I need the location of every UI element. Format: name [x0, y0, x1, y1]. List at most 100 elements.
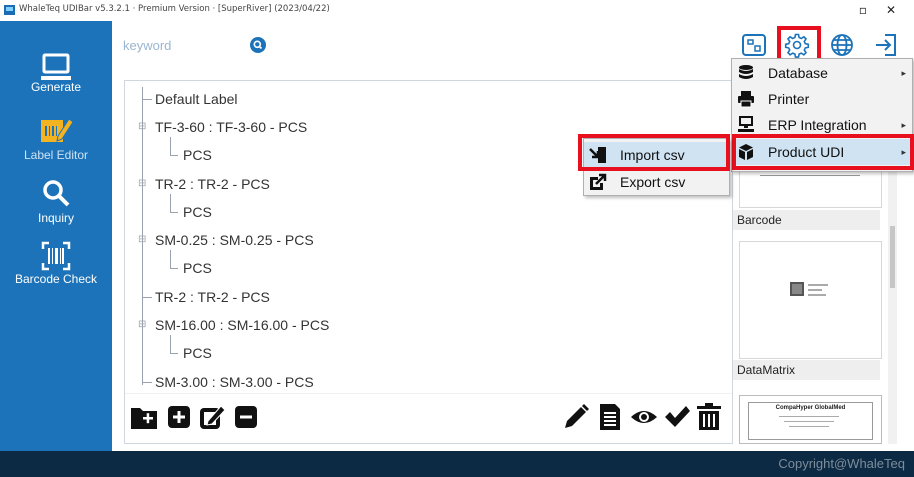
pencil-button[interactable]: [561, 402, 591, 432]
monitor-icon: [41, 53, 71, 80]
footer: Copyright@WhaleTeq: [0, 451, 914, 477]
tree-leaf[interactable]: PCS: [183, 200, 212, 224]
remove-item-button[interactable]: [231, 402, 261, 432]
confirm-button[interactable]: [662, 402, 692, 432]
tree-leaf[interactable]: PCS: [183, 256, 212, 280]
scan-frame-icon: [742, 34, 766, 56]
udi-template-card[interactable]: CompaHyper GlobalMed: [739, 395, 882, 444]
edit-item-icon: [200, 405, 226, 429]
scan-frame-button[interactable]: [741, 32, 767, 58]
search-box: [118, 32, 268, 58]
pencil-icon: [565, 404, 589, 428]
collapse-toggle[interactable]: ⊟: [138, 319, 146, 330]
collapse-toggle[interactable]: ⊟: [138, 121, 146, 132]
add-folder-button[interactable]: [129, 402, 159, 432]
tree-line: [170, 335, 171, 353]
menu-item-database[interactable]: Database ▸: [732, 60, 912, 86]
submenu-arrow-icon: ▸: [901, 68, 906, 78]
sidebar-item-label: Inquiry: [37, 211, 75, 225]
template-label-datamatrix: DataMatrix: [733, 360, 880, 380]
preview-text-line: [784, 421, 834, 422]
edit-item-button[interactable]: [197, 402, 227, 432]
tree-node[interactable]: TR-2 : TR-2 - PCS: [155, 172, 270, 196]
tree-line: [170, 155, 178, 156]
database-icon: [739, 65, 753, 79]
eye-icon: [631, 411, 657, 423]
tree-line: [170, 353, 178, 354]
preview-text-line: [808, 294, 826, 296]
tree-line: [142, 382, 152, 383]
logout-icon: [876, 34, 896, 56]
add-item-icon: [168, 406, 190, 428]
add-item-button[interactable]: [164, 402, 194, 432]
network-icon: [738, 116, 754, 132]
document-list-button[interactable]: [595, 402, 625, 432]
search-input[interactable]: [118, 32, 268, 58]
magnifier-icon: [43, 180, 70, 207]
preview-text-line: [779, 416, 839, 417]
barcode-scan-icon: [41, 241, 71, 271]
tree-node[interactable]: TR-2 : TR-2 - PCS: [155, 285, 270, 309]
title-bar: WhaleTeq UDIBar v5.3.2.1 · Premium Versi…: [0, 0, 914, 21]
add-folder-icon: [131, 408, 157, 429]
sidebar-item-generate[interactable]: Generate: [0, 49, 112, 109]
menu-item-export-csv[interactable]: Export csv: [584, 169, 729, 195]
tree-line: [170, 194, 171, 212]
menu-item-label: Printer: [768, 91, 810, 107]
app-logo-icon: [4, 5, 15, 15]
tree-leaf[interactable]: PCS: [183, 341, 212, 365]
tree-leaf[interactable]: PCS: [183, 143, 212, 167]
minimize-button[interactable]: ▫: [852, 2, 874, 18]
tree-node[interactable]: SM-16.00 : SM-16.00 - PCS: [155, 313, 329, 337]
menu-item-printer[interactable]: Printer: [732, 86, 912, 112]
close-button[interactable]: ✕: [880, 2, 902, 18]
import-csv-highlight: [578, 134, 730, 171]
preview-text-line: [789, 426, 829, 427]
delete-button[interactable]: [694, 402, 724, 432]
tree-node[interactable]: SM-3.00 : SM-3.00 - PCS: [155, 370, 314, 394]
checkmark-icon: [665, 406, 690, 427]
tree-line: [170, 137, 171, 155]
preview-text-line: [808, 284, 828, 286]
sidebar-item-barcode-check[interactable]: Barcode Check: [0, 236, 112, 296]
collapse-toggle[interactable]: ⊟: [138, 178, 146, 189]
product-udi-highlight: [732, 134, 914, 170]
globe-icon: [831, 34, 853, 56]
datamatrix-template-card[interactable]: [739, 241, 882, 359]
printer-icon: [738, 91, 754, 108]
search-button[interactable]: [250, 37, 266, 53]
tree-line: [142, 99, 152, 100]
tree-line: [170, 212, 178, 213]
sidebar-item-label: Generate: [30, 80, 82, 94]
tree-node[interactable]: TF-3-60 : TF-3-60 - PCS: [155, 115, 307, 139]
tree-node-default-label[interactable]: Default Label: [155, 87, 238, 111]
tree-toolbar: [125, 394, 732, 442]
tree-line: [142, 297, 152, 298]
sidebar-item-label: Barcode Check: [14, 272, 98, 286]
menu-item-label: Export csv: [620, 174, 686, 190]
preview-text-line: [808, 289, 822, 291]
sidebar-item-label: Label Editor: [23, 148, 89, 162]
window-title: WhaleTeq UDIBar v5.3.2.1 · Premium Versi…: [19, 4, 330, 14]
document-list-icon: [600, 404, 620, 430]
barcode-preview-line: [760, 175, 860, 176]
search-icon: [253, 40, 263, 50]
copyright-text: Copyright@WhaleTeq: [778, 456, 905, 471]
datamatrix-thumbnail-icon: [790, 282, 804, 296]
language-button[interactable]: [829, 32, 855, 58]
remove-item-icon: [235, 406, 257, 428]
tree-node[interactable]: SM-0.25 : SM-0.25 - PCS: [155, 228, 314, 252]
label-tree: ⊟ ⊟ ⊟ ⊟ Default Label TF-3-60 : TF-3-60 …: [125, 81, 734, 393]
sample-title: CompaHyper GlobalMed: [775, 405, 846, 411]
label-edit-icon: [41, 118, 74, 142]
barcode-template-card[interactable]: [739, 166, 882, 208]
trash-icon: [697, 403, 721, 430]
collapse-toggle[interactable]: ⊟: [138, 234, 146, 245]
udi-label-sample: CompaHyper GlobalMed: [748, 402, 873, 440]
scrollbar-thumb[interactable]: [890, 226, 895, 288]
logout-button[interactable]: [873, 32, 899, 58]
menu-item-label: Database: [768, 65, 828, 81]
sidebar-item-inquiry[interactable]: Inquiry: [0, 174, 112, 234]
sidebar-item-label-editor[interactable]: Label Editor: [0, 110, 112, 170]
preview-button[interactable]: [629, 402, 659, 432]
